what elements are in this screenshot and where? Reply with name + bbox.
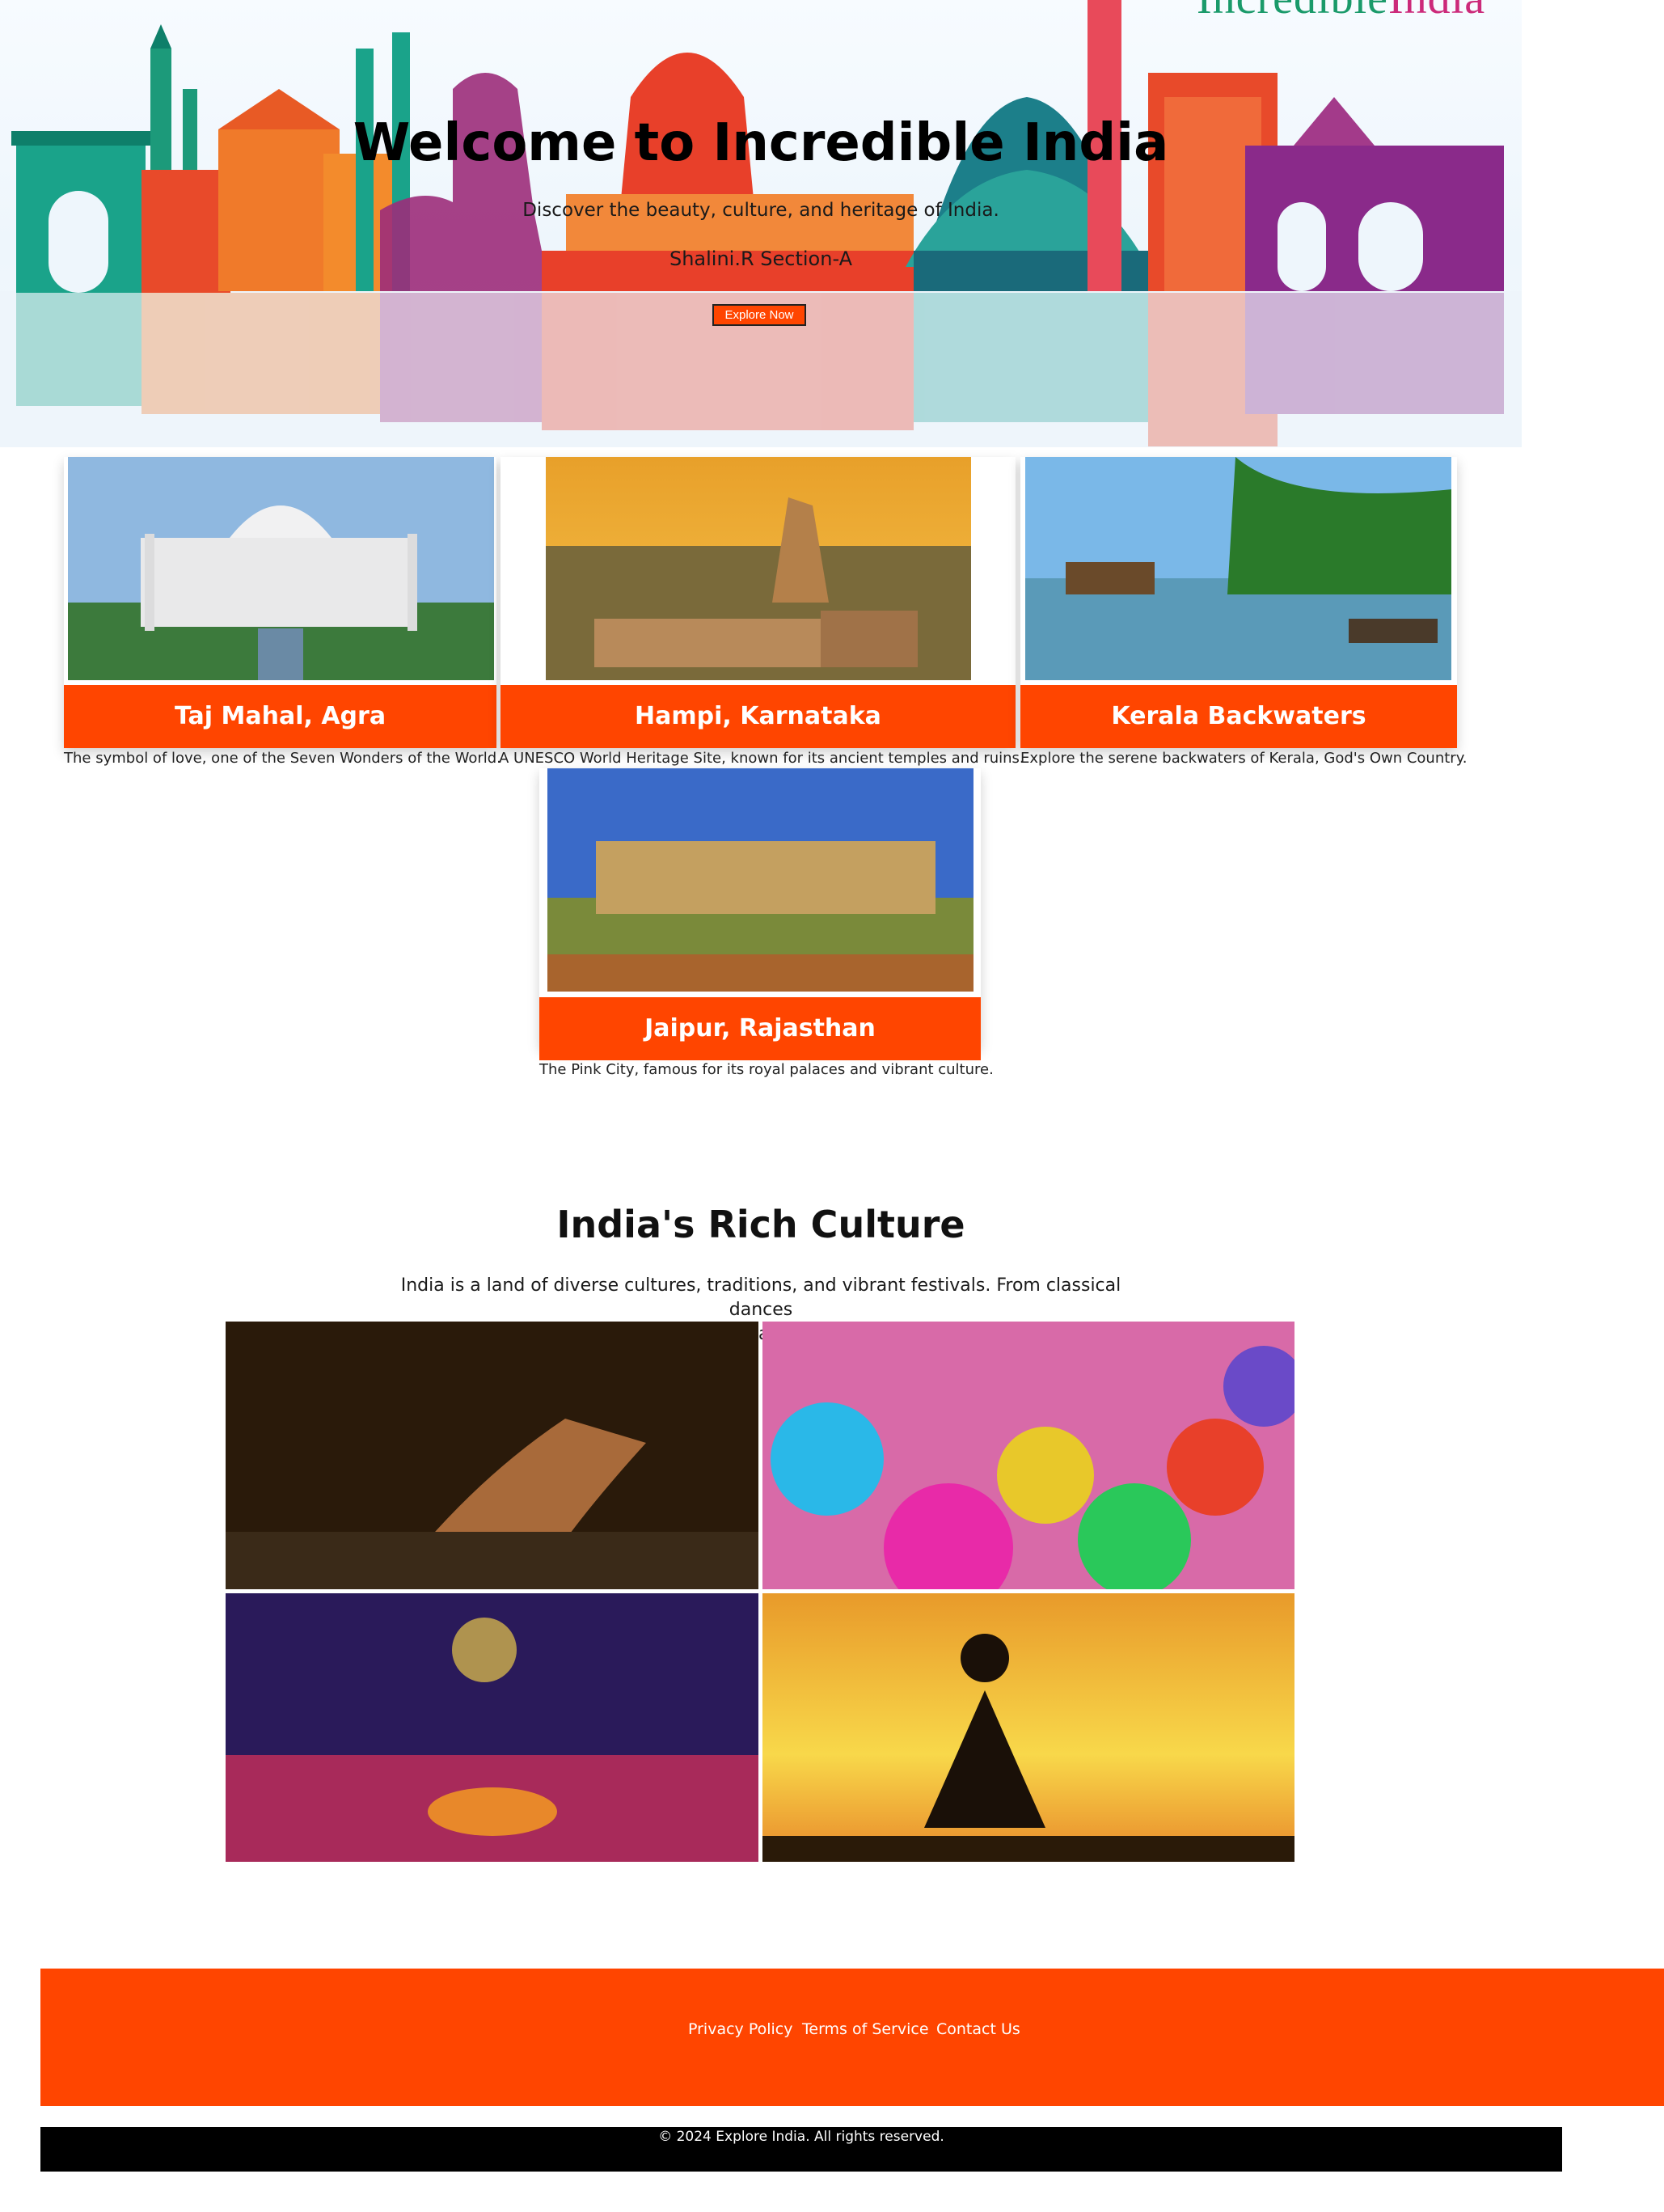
culture-image-holi — [762, 1322, 1294, 1589]
hero-banner: IncredibleIndia — [0, 0, 1522, 447]
hampi-image — [546, 457, 971, 680]
kerala-image — [1025, 457, 1451, 680]
copyright-text: © 2024 Explore India. All rights reserve… — [658, 2129, 944, 2145]
explore-now-button[interactable]: Explore Now — [712, 304, 806, 326]
taj-mahal-image — [68, 457, 494, 680]
destination-card-jaipur[interactable]: Jaipur, Rajasthan — [539, 768, 981, 1060]
card-title: Taj Mahal, Agra — [64, 685, 496, 748]
destination-card-taj-mahal[interactable]: Taj Mahal, Agra — [64, 457, 496, 748]
card-title: Kerala Backwaters — [1020, 685, 1457, 748]
card-title: Jaipur, Rajasthan — [539, 997, 981, 1060]
card-description: Explore the serene backwaters of Kerala,… — [1020, 750, 1468, 767]
card-description: The Pink City, famous for its royal pala… — [539, 1061, 994, 1078]
destination-card-kerala[interactable]: Kerala Backwaters — [1020, 457, 1457, 748]
hero-subtitle: Discover the beauty, culture, and herita… — [522, 200, 999, 221]
card-description: A UNESCO World Heritage Site, known for … — [499, 750, 1024, 767]
hero-author: Shalini.R Section-A — [669, 247, 853, 270]
card-title: Hampi, Karnataka — [500, 685, 1016, 748]
culture-image-yoga — [762, 1593, 1294, 1862]
hero-title: Welcome to Incredible India — [353, 113, 1169, 173]
incredible-india-logo: IncredibleIndia — [1197, 0, 1485, 24]
culture-image-dance — [226, 1322, 758, 1589]
contact-us-link[interactable]: Contact Us — [936, 2020, 1020, 2038]
terms-of-service-link[interactable]: Terms of Service — [802, 2020, 929, 2038]
culture-image-diwali — [226, 1593, 758, 1862]
destination-card-hampi[interactable]: Hampi, Karnataka — [500, 457, 1016, 748]
jaipur-image — [547, 768, 973, 992]
india-skyline-illustration — [0, 0, 1522, 447]
privacy-policy-link[interactable]: Privacy Policy — [688, 2020, 792, 2038]
card-description: The symbol of love, one of the Seven Won… — [64, 750, 501, 767]
culture-section-title: India's Rich Culture — [556, 1203, 965, 1246]
